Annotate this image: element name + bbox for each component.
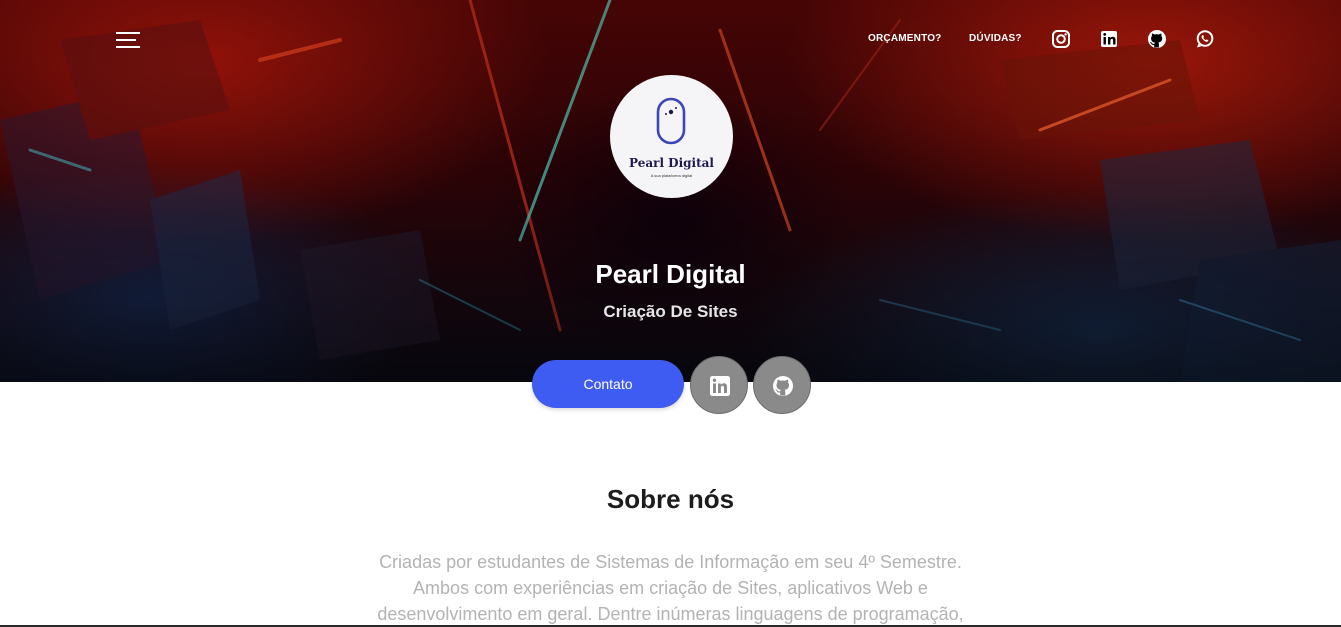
about-line: desenvolvimento em geral. Dentre inúmera…: [377, 604, 964, 624]
pearl-logo-icon: [656, 97, 686, 145]
linkedin-icon: [710, 376, 730, 396]
about-title: Sobre nós: [606, 484, 735, 514]
github-icon[interactable]: [1146, 28, 1168, 50]
brand-logo: Pearl Digital A sua plataforma digital: [610, 75, 733, 198]
instagram-icon[interactable]: [1050, 28, 1072, 50]
logo-tagline: A sua plataforma digital: [650, 173, 693, 178]
nav-link-orcamento[interactable]: ORÇAMENTO?: [868, 33, 941, 44]
hamburger-menu-icon[interactable]: [116, 30, 140, 50]
hero-title: Pearl Digital: [595, 259, 746, 289]
whatsapp-icon[interactable]: [1194, 28, 1216, 50]
github-icon: [773, 376, 793, 396]
nav-link-duvidas[interactable]: DÚVIDAS?: [969, 33, 1022, 44]
github-button[interactable]: [753, 356, 811, 414]
logo-text: Pearl Digital: [629, 156, 714, 170]
linkedin-icon[interactable]: [1098, 28, 1120, 50]
contact-button[interactable]: Contato: [532, 360, 684, 408]
hero-subtitle: Criação De Sites: [603, 302, 738, 321]
top-nav: ORÇAMENTO? DÚVIDAS?: [841, 28, 1341, 52]
about-line: Ambos com experiências em criação de Sit…: [413, 578, 928, 598]
about-text: Criadas por estudantes de Sistemas de In…: [330, 549, 1011, 627]
linkedin-button[interactable]: [690, 356, 748, 414]
about-line: Criadas por estudantes de Sistemas de In…: [379, 552, 962, 572]
